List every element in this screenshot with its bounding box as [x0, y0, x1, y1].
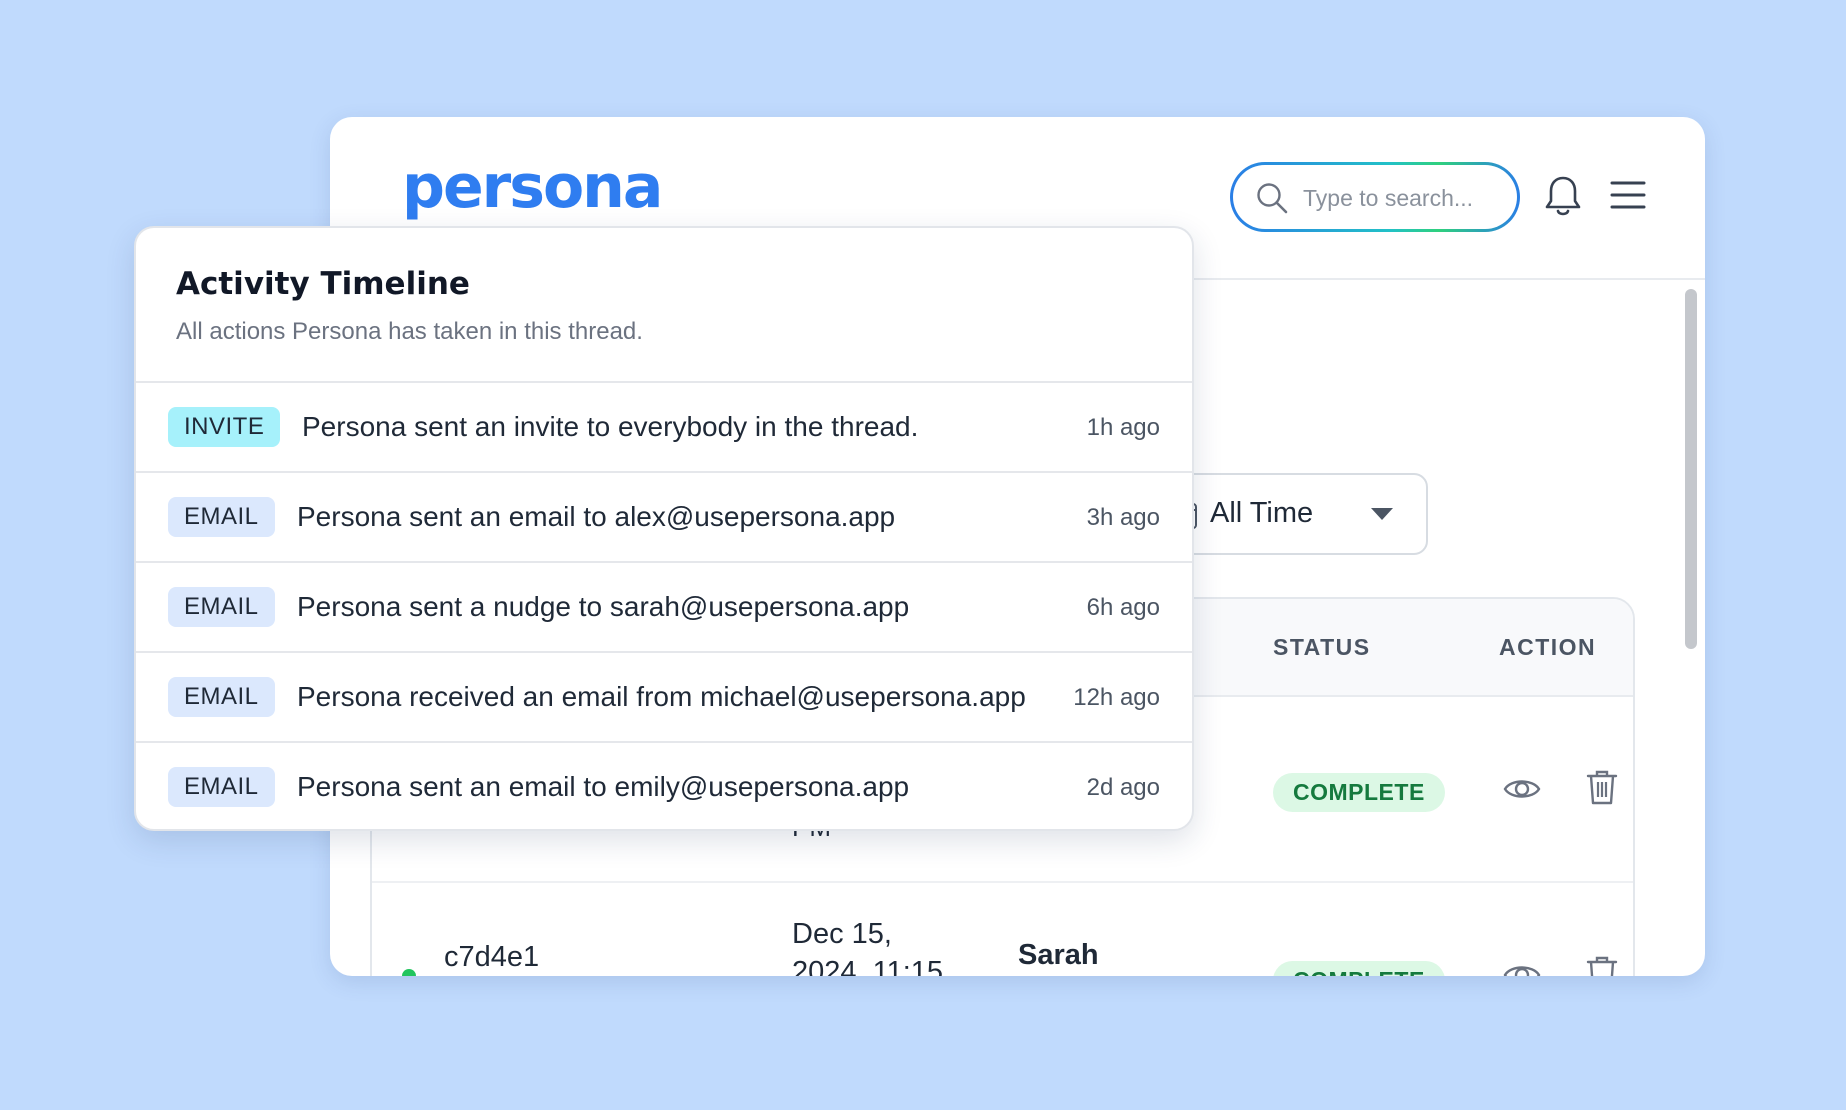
status-badge: COMPLETE [1273, 773, 1445, 812]
timeline-item-time: 1h ago [1086, 414, 1160, 441]
timeline-item-time: 2d ago [1086, 774, 1160, 801]
email-tag: EMAIL [168, 677, 275, 717]
trash-icon[interactable] [1582, 953, 1622, 976]
bell-icon[interactable] [1543, 174, 1583, 218]
popover-subtitle: All actions Persona has taken in this th… [176, 318, 643, 345]
timeline-item[interactable]: EMAIL Persona received an email from mic… [136, 653, 1192, 743]
row-divider [372, 881, 1633, 883]
hamburger-menu-icon[interactable] [1610, 180, 1646, 210]
date-range-label: All Time [1210, 497, 1314, 529]
search-icon [1257, 183, 1288, 214]
email-tag: EMAIL [168, 497, 275, 537]
status-badge: COMPLETE [1273, 961, 1445, 976]
view-eye-icon[interactable] [1502, 769, 1542, 809]
row-date-line1: Dec 15, [792, 918, 892, 950]
row-date-line2: 2024, 11:15 [792, 956, 944, 976]
activity-timeline-popover: Activity Timeline All actions Persona ha… [134, 226, 1194, 831]
email-tag: EMAIL [168, 587, 275, 627]
timeline-item[interactable]: EMAIL Persona sent an email to alex@usep… [136, 473, 1192, 563]
timeline-item-text: Persona sent an invite to everybody in t… [302, 411, 919, 442]
row-name: Sarah [1018, 939, 1099, 971]
column-header-status[interactable]: STATUS [1273, 634, 1371, 661]
search-input[interactable] [1301, 177, 1505, 219]
search-field[interactable] [1233, 165, 1517, 229]
timeline-item-time: 6h ago [1086, 594, 1160, 621]
timeline-item-text: Persona sent an email to emily@useperson… [297, 771, 910, 802]
timeline-item[interactable]: INVITE Persona sent an invite to everybo… [136, 383, 1192, 473]
timeline-item-text: Persona sent an email to alex@usepersona… [297, 501, 896, 532]
trash-icon[interactable] [1582, 767, 1622, 807]
email-tag: EMAIL [168, 767, 275, 807]
timeline-item-text: Persona received an email from michael@u… [297, 681, 1026, 712]
timeline-item[interactable]: EMAIL Persona sent a nudge to sarah@usep… [136, 563, 1192, 653]
column-header-action: ACTION [1499, 634, 1597, 660]
search-box[interactable] [1230, 162, 1520, 232]
row-id[interactable]: c7d4e1 [444, 939, 539, 975]
invite-tag: INVITE [168, 407, 281, 447]
chevron-down-icon [1371, 508, 1393, 520]
timeline-item[interactable]: EMAIL Persona sent an email to emily@use… [136, 743, 1192, 829]
scrollbar-thumb[interactable] [1685, 289, 1697, 649]
timeline-item-text: Persona sent a nudge to sarah@usepersona… [297, 591, 910, 622]
timeline-item-time: 3h ago [1086, 504, 1160, 531]
view-eye-icon[interactable] [1502, 955, 1542, 976]
timeline-item-time: 12h ago [1073, 684, 1160, 711]
status-dot [402, 969, 416, 976]
persona-logo[interactable]: persona [402, 157, 663, 217]
popover-title: Activity Timeline [176, 266, 470, 302]
